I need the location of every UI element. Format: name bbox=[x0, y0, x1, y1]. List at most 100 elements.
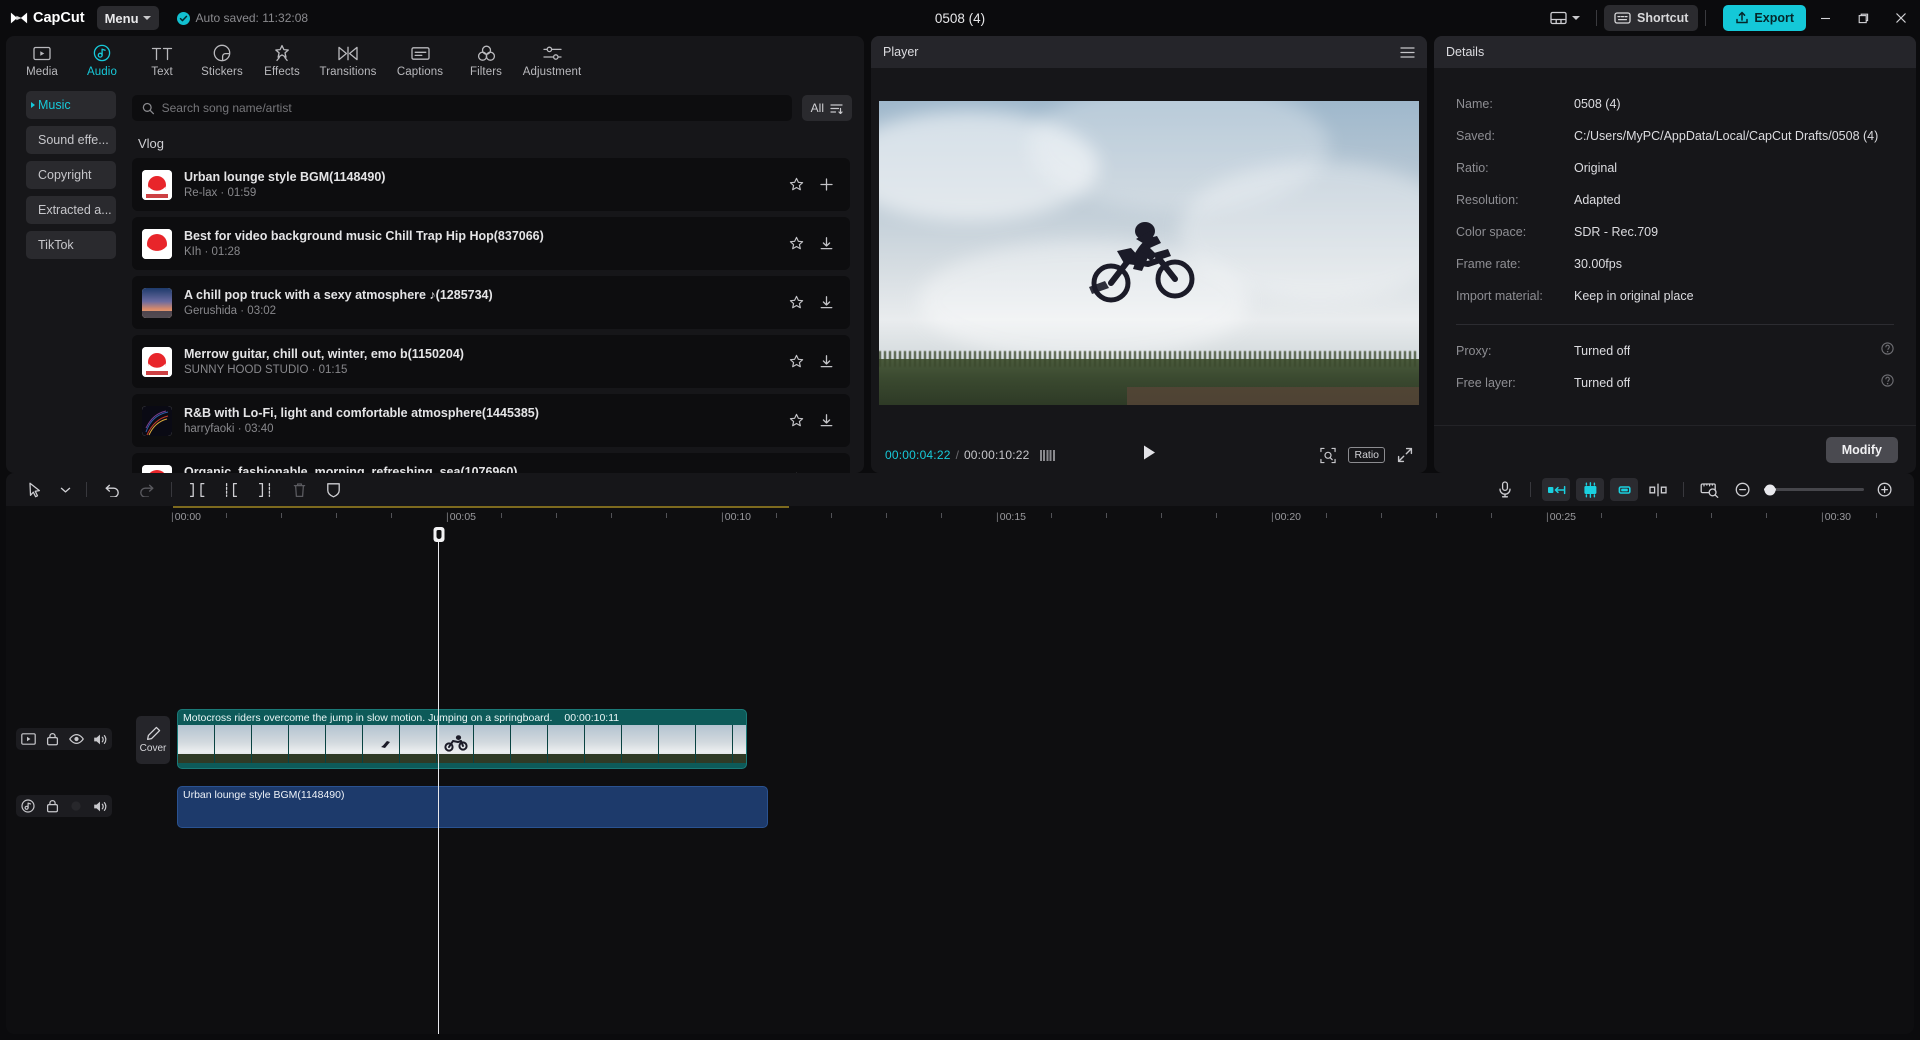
download-icon[interactable] bbox=[818, 413, 834, 429]
search-box[interactable] bbox=[132, 95, 792, 121]
zoom-slider-track[interactable] bbox=[1764, 488, 1864, 491]
delete-button[interactable] bbox=[282, 476, 316, 504]
zoom-slider-knob[interactable] bbox=[1765, 484, 1776, 495]
category-tiktok[interactable]: TikTok bbox=[26, 231, 116, 259]
song-item[interactable]: Best for video background music Chill Tr… bbox=[132, 217, 850, 270]
timeline-area[interactable]: 00:00 00:05 00:10 00:15 00:20 00:25 00:3… bbox=[6, 506, 1914, 1034]
snap-right-toggle[interactable] bbox=[1610, 478, 1638, 501]
song-item[interactable]: Urban lounge style BGM(1148490) Re-lax ·… bbox=[132, 158, 850, 211]
playhead[interactable] bbox=[438, 528, 439, 1034]
pencil-icon bbox=[146, 726, 161, 741]
preview-scale-button[interactable] bbox=[1692, 476, 1726, 504]
song-item[interactable]: R&B with Lo-Fi, light and comfortable at… bbox=[132, 394, 850, 447]
select-tool-button[interactable] bbox=[18, 476, 52, 504]
tab-effects[interactable]: Effects bbox=[252, 36, 312, 85]
add-icon[interactable] bbox=[818, 177, 834, 193]
tab-media[interactable]: Media bbox=[12, 36, 72, 85]
favorite-icon[interactable] bbox=[788, 354, 804, 370]
shortcut-button[interactable]: Shortcut bbox=[1604, 5, 1698, 31]
timeline-toolbar bbox=[6, 473, 1914, 506]
snap-left-toggle[interactable] bbox=[1542, 478, 1570, 501]
album-art bbox=[142, 465, 172, 474]
trim-left-button[interactable] bbox=[214, 476, 248, 504]
frames-button[interactable] bbox=[1040, 450, 1056, 461]
audio-track-icon[interactable] bbox=[16, 795, 40, 817]
zoom-in-button[interactable] bbox=[1868, 476, 1902, 504]
song-item[interactable]: Merrow guitar, chill out, winter, emo b(… bbox=[132, 335, 850, 388]
favorite-icon[interactable] bbox=[788, 236, 804, 252]
video-stage[interactable] bbox=[871, 68, 1427, 437]
maximize-button[interactable] bbox=[1844, 0, 1882, 36]
volume-icon[interactable] bbox=[88, 795, 112, 817]
hamburger-icon bbox=[1400, 46, 1415, 59]
volume-icon[interactable] bbox=[88, 728, 112, 750]
mask-button[interactable] bbox=[316, 476, 350, 504]
category-extracted-audio[interactable]: Extracted a... bbox=[26, 196, 116, 224]
song-item[interactable]: Organic, fashionable, morning, refreshin… bbox=[132, 453, 850, 473]
detail-row-frame-rate: Frame rate: 30.00fps bbox=[1456, 248, 1894, 280]
category-music[interactable]: Music bbox=[26, 91, 116, 119]
record-voiceover-button[interactable] bbox=[1488, 476, 1522, 504]
download-icon[interactable] bbox=[818, 236, 834, 252]
song-item[interactable]: A chill pop truck with a sexy atmosphere… bbox=[132, 276, 850, 329]
close-button[interactable] bbox=[1882, 0, 1920, 36]
current-time[interactable]: 00:00:04:22 bbox=[885, 448, 951, 462]
search-input[interactable] bbox=[162, 101, 782, 115]
ratio-button[interactable]: Ratio bbox=[1348, 447, 1385, 463]
category-copyright[interactable]: Copyright bbox=[26, 161, 116, 189]
favorite-icon[interactable] bbox=[788, 413, 804, 429]
timeline-ruler[interactable]: 00:00 00:05 00:10 00:15 00:20 00:25 00:3… bbox=[6, 506, 1914, 528]
auto-snap-toggle[interactable] bbox=[1576, 478, 1604, 501]
fullscreen-button[interactable] bbox=[1397, 447, 1413, 463]
shortcut-label: Shortcut bbox=[1637, 11, 1688, 25]
favorite-icon[interactable] bbox=[788, 177, 804, 193]
play-button[interactable] bbox=[1142, 444, 1157, 466]
zoom-out-button[interactable] bbox=[1726, 476, 1760, 504]
trim-right-button[interactable] bbox=[248, 476, 282, 504]
song-name: Merrow guitar, chill out, winter, emo b(… bbox=[184, 347, 776, 361]
detail-key: Proxy: bbox=[1456, 344, 1574, 358]
select-tool-dropdown[interactable] bbox=[52, 476, 78, 504]
player-menu-button[interactable] bbox=[1400, 46, 1415, 59]
split-marker-button[interactable] bbox=[1641, 476, 1675, 504]
minimize-button[interactable] bbox=[1806, 0, 1844, 36]
filter-all-button[interactable]: All bbox=[802, 95, 852, 121]
favorite-icon[interactable] bbox=[788, 295, 804, 311]
tab-transitions[interactable]: Transitions bbox=[312, 36, 384, 85]
download-icon[interactable] bbox=[818, 295, 834, 311]
timeline-tracks[interactable]: Cover Motocross riders overcome the jump… bbox=[6, 528, 1914, 1034]
modify-button[interactable]: Modify bbox=[1826, 437, 1898, 463]
song-list[interactable]: Urban lounge style BGM(1148490) Re-lax ·… bbox=[132, 158, 852, 473]
undo-button[interactable] bbox=[95, 476, 129, 504]
tab-captions[interactable]: Captions bbox=[384, 36, 456, 85]
menu-button[interactable]: Menu bbox=[97, 6, 159, 30]
layout-button[interactable] bbox=[1541, 5, 1589, 31]
tab-text[interactable]: Text bbox=[132, 36, 192, 85]
split-button[interactable] bbox=[180, 476, 214, 504]
export-button[interactable]: Export bbox=[1723, 5, 1806, 31]
playhead-grip[interactable] bbox=[433, 527, 444, 542]
tab-adjustment[interactable]: Adjustment bbox=[516, 36, 588, 85]
help-icon[interactable] bbox=[1881, 374, 1894, 392]
category-sound-effects[interactable]: Sound effe... bbox=[26, 126, 116, 154]
cover-button[interactable]: Cover bbox=[136, 716, 170, 764]
song-name: A chill pop truck with a sexy atmosphere… bbox=[184, 288, 776, 302]
eye-icon[interactable] bbox=[64, 728, 88, 750]
lock-icon[interactable] bbox=[40, 795, 64, 817]
lock-icon[interactable] bbox=[40, 728, 64, 750]
audio-clip[interactable]: Urban lounge style BGM(1148490) bbox=[177, 786, 768, 828]
tab-filters[interactable]: Filters bbox=[456, 36, 516, 85]
timeline-zoom-slider[interactable] bbox=[1764, 488, 1864, 491]
help-icon[interactable] bbox=[1881, 342, 1894, 360]
redo-button[interactable] bbox=[129, 476, 163, 504]
video-clip[interactable]: Motocross riders overcome the jump in sl… bbox=[177, 709, 747, 769]
details-body: Name: 0508 (4) Saved: C:/Users/MyPC/AppD… bbox=[1434, 68, 1916, 425]
tab-stickers[interactable]: Stickers bbox=[192, 36, 252, 85]
group-title: Vlog bbox=[132, 121, 852, 158]
tab-audio[interactable]: Audio bbox=[72, 36, 132, 85]
download-icon[interactable] bbox=[818, 354, 834, 370]
crop-button[interactable] bbox=[1320, 447, 1336, 463]
song-actions bbox=[788, 236, 840, 252]
video-track-icon[interactable] bbox=[16, 728, 40, 750]
trash-icon bbox=[292, 482, 307, 498]
